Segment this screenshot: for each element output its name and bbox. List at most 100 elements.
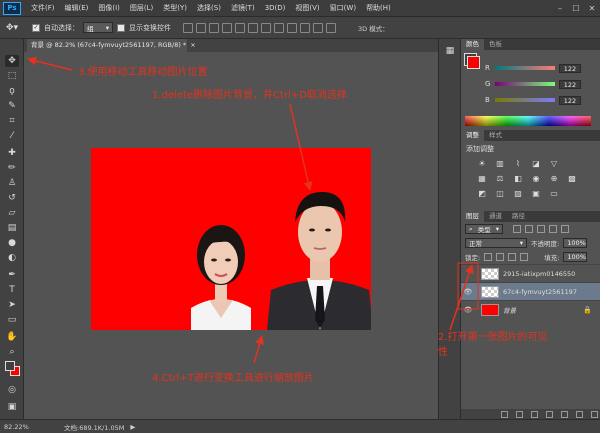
- auto-select-dropdown[interactable]: 组 ▾: [83, 22, 113, 33]
- photo-filter-icon[interactable]: ◉: [531, 174, 541, 183]
- move-tool-preset-icon[interactable]: ✥▾: [6, 21, 28, 35]
- distribute-left-icon[interactable]: [300, 22, 310, 33]
- green-slider[interactable]: [495, 82, 555, 86]
- zoom-level[interactable]: 82.22%: [0, 423, 30, 431]
- menu-3d[interactable]: 3D(D): [260, 4, 291, 12]
- filter-smart-icon[interactable]: [561, 225, 569, 233]
- show-transform-checkbox[interactable]: [117, 23, 125, 32]
- menu-type[interactable]: 类型(Y): [158, 3, 192, 13]
- align-left-icon[interactable]: [222, 22, 232, 33]
- red-slider[interactable]: [495, 66, 555, 70]
- status-menu-icon[interactable]: ▶: [130, 423, 135, 431]
- brush-tool-icon[interactable]: ✏: [5, 162, 19, 174]
- history-brush-icon[interactable]: ↺: [5, 192, 19, 204]
- align-hcenter-icon[interactable]: [235, 22, 245, 33]
- quick-select-tool-icon[interactable]: ✎: [5, 100, 19, 112]
- lasso-tool-icon[interactable]: ϙ: [5, 85, 19, 97]
- channel-mixer-icon[interactable]: ⊕: [549, 174, 559, 183]
- filter-pixel-icon[interactable]: [513, 225, 521, 233]
- layer-row-selected[interactable]: 👁 67c4-fymvuyt2561197: [461, 282, 600, 300]
- layer-row-background[interactable]: 👁 背景 🔒: [461, 300, 600, 318]
- tab-channels[interactable]: 通道: [484, 211, 507, 222]
- brightness-icon[interactable]: ☀: [477, 159, 487, 168]
- menu-file[interactable]: 文件(F): [26, 3, 60, 13]
- threshold-icon[interactable]: ▨: [513, 189, 523, 198]
- tab-adjustments[interactable]: 调整: [461, 130, 484, 141]
- delete-layer-icon[interactable]: [591, 410, 598, 418]
- auto-select-checkbox[interactable]: ✓: [32, 23, 40, 32]
- black-white-icon[interactable]: ◧: [513, 174, 523, 183]
- align-bottom-icon[interactable]: [209, 22, 219, 33]
- menu-view[interactable]: 视图(V): [290, 3, 324, 13]
- blur-tool-icon[interactable]: ●: [5, 237, 19, 249]
- hue-saturation-icon[interactable]: ▦: [477, 174, 487, 183]
- green-value-field[interactable]: 122: [559, 79, 581, 89]
- tab-color[interactable]: 颜色: [461, 39, 484, 50]
- filter-shape-icon[interactable]: [549, 225, 557, 233]
- align-vcenter-icon[interactable]: [196, 22, 206, 33]
- dodge-tool-icon[interactable]: ◐: [5, 252, 19, 264]
- gradient-tool-icon[interactable]: ▤: [5, 222, 19, 234]
- filter-type-icon[interactable]: [537, 225, 545, 233]
- color-lookup-icon[interactable]: ▩: [567, 174, 577, 183]
- eyedropper-tool-icon[interactable]: ⁄: [5, 130, 19, 142]
- pen-tool-icon[interactable]: ✒: [5, 269, 19, 281]
- invert-icon[interactable]: ◩: [477, 189, 487, 198]
- curves-icon[interactable]: ⌇: [513, 159, 523, 168]
- document-canvas[interactable]: [91, 148, 371, 330]
- path-select-tool-icon[interactable]: ➤: [5, 299, 19, 311]
- align-top-icon[interactable]: [183, 22, 193, 33]
- distribute-top-icon[interactable]: [261, 22, 271, 33]
- levels-icon[interactable]: ▥: [495, 159, 505, 168]
- zoom-tool-icon[interactable]: ⌕: [5, 346, 19, 358]
- marquee-tool-icon[interactable]: ⬚: [5, 70, 19, 82]
- distribute-bottom-icon[interactable]: [287, 22, 297, 33]
- color-balance-icon[interactable]: ⚖: [495, 174, 505, 183]
- add-mask-icon[interactable]: [531, 410, 538, 418]
- menu-layer[interactable]: 图层(L): [125, 3, 158, 13]
- lock-pixels-icon[interactable]: [496, 253, 505, 261]
- menu-filter[interactable]: 滤镜(T): [226, 3, 260, 13]
- close-icon[interactable]: ✕: [584, 2, 600, 15]
- align-right-icon[interactable]: [248, 22, 258, 33]
- blue-value-field[interactable]: 122: [559, 95, 581, 105]
- history-panel-icon[interactable]: ▦: [443, 45, 457, 57]
- menu-help[interactable]: 帮助(H): [361, 3, 396, 13]
- menu-image[interactable]: 图像(I): [93, 3, 125, 13]
- menu-select[interactable]: 选择(S): [192, 3, 226, 13]
- healing-brush-icon[interactable]: ✚: [5, 147, 19, 159]
- gradient-map-icon[interactable]: ▭: [549, 189, 559, 198]
- fill-field[interactable]: 100%: [563, 252, 588, 262]
- filter-adjust-icon[interactable]: [525, 225, 533, 233]
- stamp-tool-icon[interactable]: ♙: [5, 177, 19, 189]
- link-layers-icon[interactable]: [501, 410, 508, 418]
- lock-position-icon[interactable]: [508, 253, 517, 261]
- new-group-icon[interactable]: [561, 410, 568, 418]
- lock-all-icon[interactable]: [520, 253, 529, 261]
- exposure-icon[interactable]: ◪: [531, 159, 541, 168]
- distribute-hcenter-icon[interactable]: [313, 22, 323, 33]
- new-adjustment-icon[interactable]: [546, 410, 553, 418]
- lock-transparent-icon[interactable]: [484, 253, 493, 261]
- crop-tool-icon[interactable]: ⌗: [5, 115, 19, 127]
- foreground-color-swatch[interactable]: [5, 361, 15, 371]
- layer-style-icon[interactable]: [516, 410, 523, 418]
- eye-icon[interactable]: 👁: [461, 306, 475, 314]
- red-value-field[interactable]: 122: [559, 63, 581, 73]
- posterize-icon[interactable]: ◫: [495, 189, 505, 198]
- selective-color-icon[interactable]: ▣: [531, 189, 541, 198]
- shape-tool-icon[interactable]: ▭: [5, 314, 19, 326]
- tab-layers[interactable]: 图层: [461, 211, 484, 222]
- layer-row[interactable]: 2915-iatixpm0146550: [461, 264, 600, 282]
- new-layer-icon[interactable]: [576, 410, 583, 418]
- menu-edit[interactable]: 编辑(E): [60, 3, 94, 13]
- menu-window[interactable]: 窗口(W): [325, 3, 361, 13]
- close-tab-icon[interactable]: ×: [190, 41, 195, 49]
- panel-foreground-swatch[interactable]: [467, 56, 480, 69]
- hand-tool-icon[interactable]: ✋: [5, 331, 19, 343]
- move-tool-icon[interactable]: ✥: [5, 55, 19, 67]
- document-tab[interactable]: 背景 @ 82.2% (67c4-fymvuyt2561197, RGB/8) …: [27, 39, 196, 52]
- eye-icon[interactable]: 👁: [461, 288, 475, 296]
- tab-styles[interactable]: 样式: [484, 130, 507, 141]
- distribute-vcenter-icon[interactable]: [274, 22, 284, 33]
